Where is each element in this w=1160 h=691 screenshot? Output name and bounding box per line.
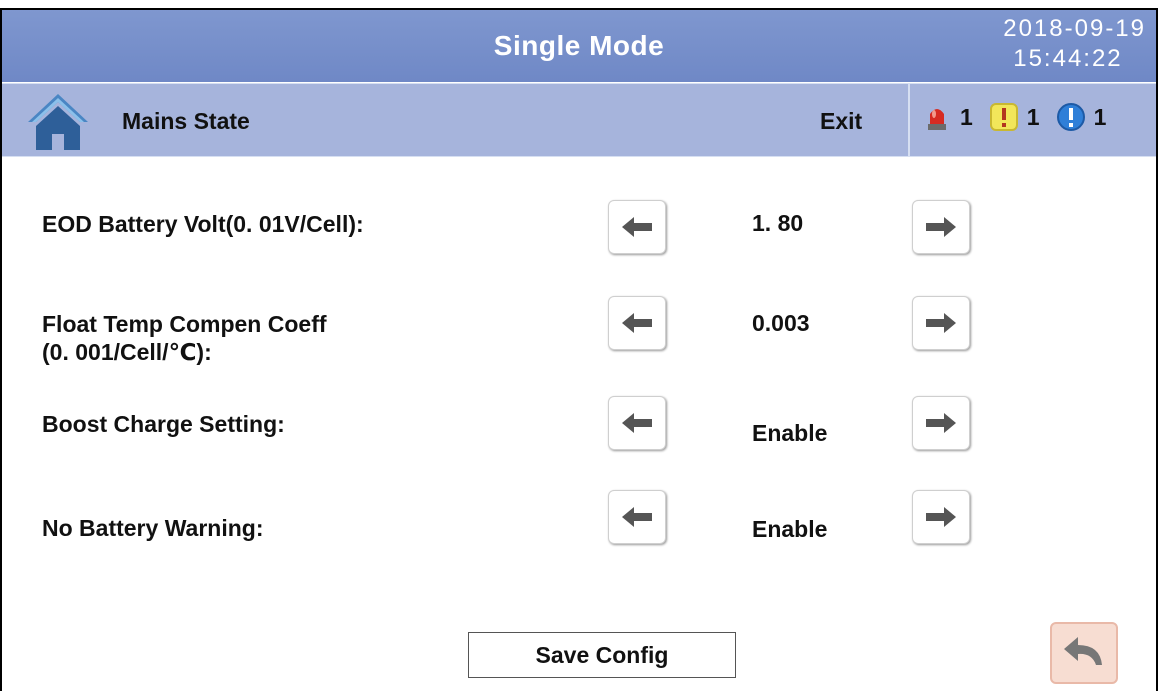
setting-label: Float Temp Compen Coeff (0. 001/Cell/℃): xyxy=(42,310,327,366)
setting-label: EOD Battery Volt(0. 01V/Cell): xyxy=(42,211,364,237)
info-count: 1 xyxy=(1093,103,1107,130)
header-bar: Single Mode 2018-09-19 15:44:22 xyxy=(2,10,1156,82)
time-text: 15:44:22 xyxy=(1013,45,1123,72)
siren-count: 1 xyxy=(960,103,973,130)
decrease-button[interactable] xyxy=(608,296,666,350)
page-title: Single Mode xyxy=(493,30,665,61)
status-bar: Mains State Exit 1 1 1 xyxy=(2,83,1156,157)
setting-value: Enable xyxy=(752,420,828,446)
datetime: 2018-09-19 15:44:22 xyxy=(1003,14,1146,74)
setting-value: Enable xyxy=(752,516,828,542)
alarm-summary[interactable]: 1 1 1 xyxy=(922,102,1122,132)
right-arrow-icon xyxy=(926,217,956,237)
warning-count: 1 xyxy=(1026,103,1040,130)
increase-button[interactable] xyxy=(912,296,970,350)
right-arrow-icon xyxy=(926,413,956,433)
left-arrow-icon xyxy=(622,313,652,333)
divider xyxy=(908,84,910,156)
back-arrow-icon xyxy=(1064,637,1102,665)
setting-label-line2: (0. 001/Cell/℃): xyxy=(42,339,212,365)
setting-row-boost-charge: Boost Charge Setting: Enable xyxy=(42,396,1122,476)
home-icon xyxy=(28,94,88,150)
screen-frame: Single Mode 2018-09-19 15:44:22 Mains St… xyxy=(0,8,1158,691)
exit-button[interactable]: Exit xyxy=(820,108,862,135)
setting-value: 0.003 xyxy=(752,310,810,336)
decrease-button[interactable] xyxy=(608,490,666,544)
state-label: Mains State xyxy=(122,108,250,134)
right-arrow-icon xyxy=(926,313,956,333)
setting-label: Boost Charge Setting: xyxy=(42,411,285,437)
setting-label: No Battery Warning: xyxy=(42,515,264,541)
right-arrow-icon xyxy=(926,507,956,527)
warning-icon xyxy=(989,103,1018,131)
left-arrow-icon xyxy=(622,217,652,237)
decrease-button[interactable] xyxy=(608,200,666,254)
setting-label-line1: Float Temp Compen Coeff xyxy=(42,311,327,337)
increase-button[interactable] xyxy=(912,396,970,450)
siren-icon xyxy=(928,109,946,130)
increase-button[interactable] xyxy=(912,490,970,544)
setting-value: 1. 80 xyxy=(752,210,804,236)
increase-button[interactable] xyxy=(912,200,970,254)
date-text: 2018-09-19 xyxy=(1003,15,1146,42)
info-icon xyxy=(1056,103,1085,131)
setting-row-temp-compen: Float Temp Compen Coeff (0. 001/Cell/℃):… xyxy=(42,296,1122,376)
home-button[interactable] xyxy=(26,92,90,152)
setting-row-no-battery-warning: No Battery Warning: Enable xyxy=(42,490,1122,570)
save-config-button[interactable]: Save Config xyxy=(468,632,736,678)
decrease-button[interactable] xyxy=(608,396,666,450)
setting-row-eod-volt: EOD Battery Volt(0. 01V/Cell): 1. 80 xyxy=(42,200,1122,280)
left-arrow-icon xyxy=(622,507,652,527)
left-arrow-icon xyxy=(622,413,652,433)
back-button[interactable] xyxy=(1050,622,1118,684)
